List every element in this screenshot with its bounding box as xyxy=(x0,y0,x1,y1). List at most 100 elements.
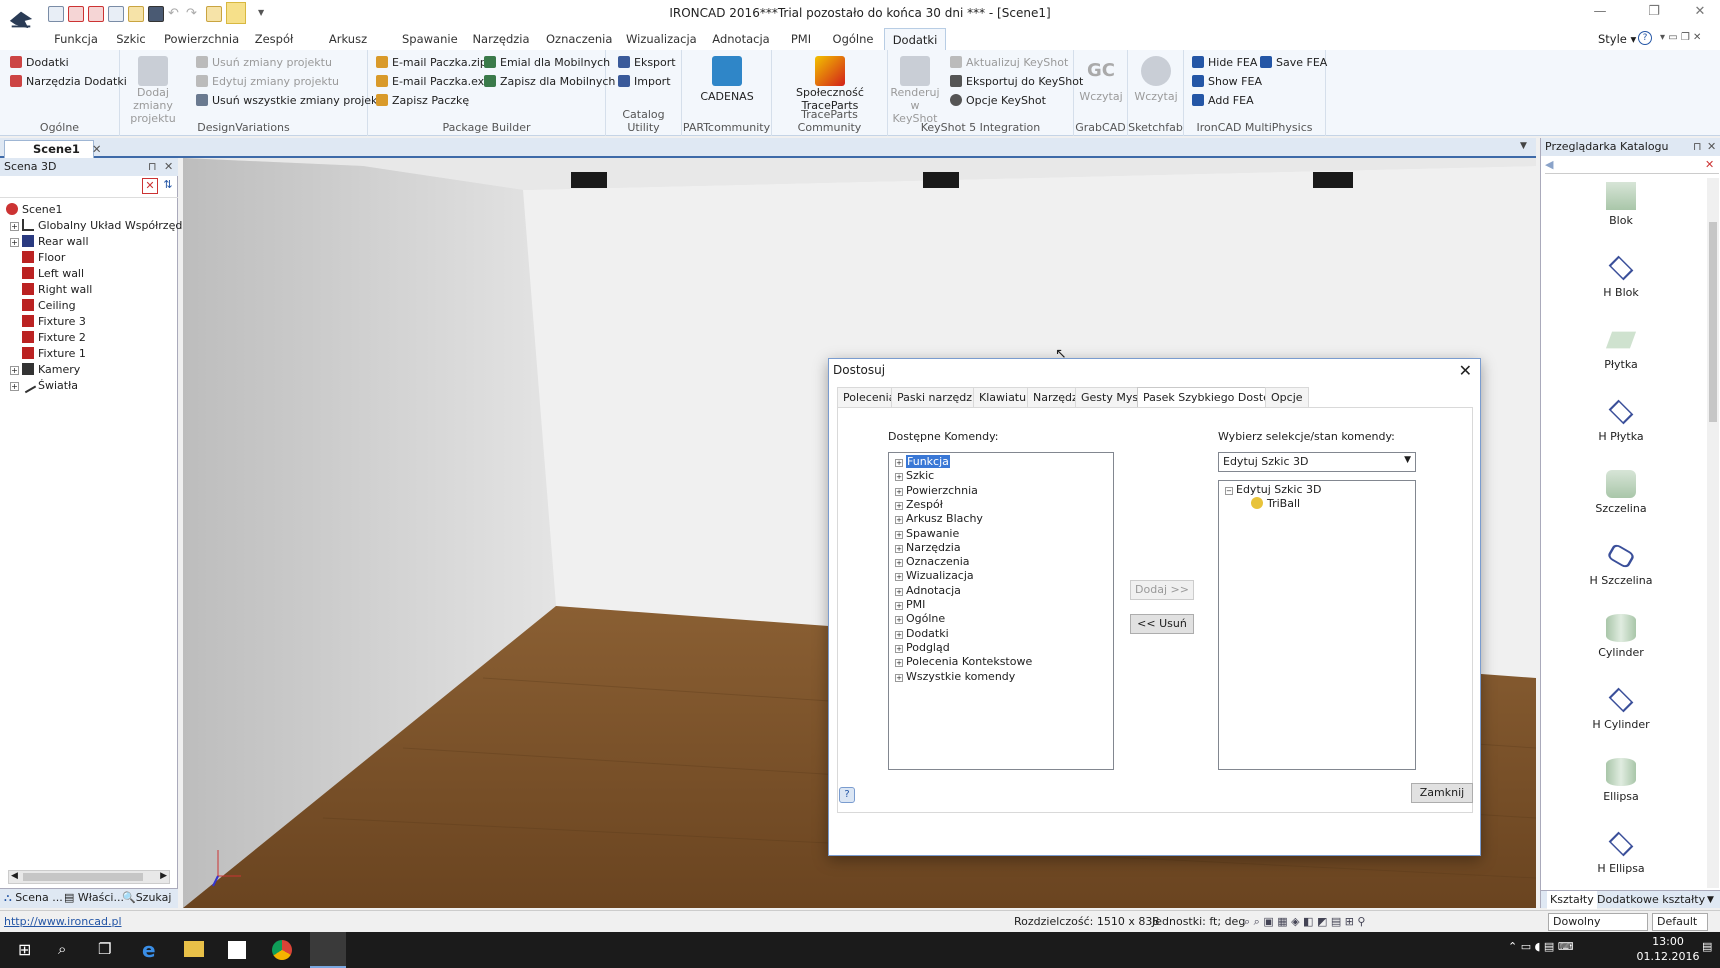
tab-dodatki[interactable]: Dodatki xyxy=(884,28,946,50)
command-item[interactable]: + Funkcja xyxy=(895,455,950,469)
tab-pmi[interactable]: PMI xyxy=(784,28,818,50)
clear-filter-icon[interactable]: ✕ xyxy=(142,178,158,194)
collapse-icon[interactable]: − xyxy=(1225,487,1233,495)
catalog-item-plytka[interactable]: Płytka xyxy=(1541,326,1701,371)
catalog-item-h-plytka[interactable]: H Płytka xyxy=(1541,398,1701,443)
close-panel-icon[interactable]: ✕ xyxy=(164,158,173,176)
expand-icon[interactable]: + xyxy=(10,238,19,247)
fixture-3[interactable] xyxy=(571,172,607,188)
command-item[interactable]: + Zespół xyxy=(895,498,943,512)
help-icon[interactable]: ? xyxy=(1638,31,1652,45)
expand-icon[interactable]: + xyxy=(10,382,19,391)
command-item[interactable]: + Dodatki xyxy=(895,627,949,641)
notifications-icon[interactable]: ▤ xyxy=(1702,940,1712,953)
command-item[interactable]: + PMI xyxy=(895,598,925,612)
eksport-button[interactable]: Eksport xyxy=(618,56,676,69)
expand-icon[interactable]: + xyxy=(895,559,903,568)
back-arrow-icon[interactable]: ◀ xyxy=(1545,158,1553,171)
scroll-thumb[interactable] xyxy=(23,873,143,881)
chevron-down-icon[interactable]: ▼ xyxy=(1404,455,1411,465)
narzedzia-dodatki-button[interactable]: Narzędzia Dodatki xyxy=(10,75,127,88)
usun-wszystkie-button[interactable]: Usuń wszystkie zmiany projektu xyxy=(196,94,389,107)
tab-szkic[interactable]: Szkic xyxy=(112,28,150,50)
command-item[interactable]: + Adnotacja xyxy=(895,584,961,598)
email-mobilnych-button[interactable]: Emial dla Mobilnych xyxy=(484,56,610,69)
tree-item-coordinate-system[interactable]: + Globalny Układ Współrzędny xyxy=(10,218,196,234)
email-exe-button[interactable]: E-mail Paczka.exe xyxy=(376,75,491,88)
command-item[interactable]: + Narzędzia xyxy=(895,541,961,555)
command-item[interactable]: + Szkic xyxy=(895,469,934,483)
command-item[interactable]: + Arkusz Blachy xyxy=(895,512,983,526)
store-icon[interactable] xyxy=(228,941,246,959)
remove-button[interactable]: << Usuń xyxy=(1130,614,1194,634)
close-tab-icon[interactable]: ✕ xyxy=(92,142,102,156)
catalog-tabs-dropdown-icon[interactable]: ▼ xyxy=(1707,891,1714,909)
aktualizuj-keyshot-button[interactable]: Aktualizuj KeyShot xyxy=(950,56,1068,69)
dodaj-zmiany-button[interactable]: Dodaj zmiany projektu xyxy=(124,56,182,125)
expand-icon[interactable]: + xyxy=(895,659,903,668)
renderuj-keyshot-button[interactable]: Renderuj w KeyShot xyxy=(890,56,940,125)
usun-zmiany-button[interactable]: Usuń zmiany projektu xyxy=(196,56,332,69)
add-fea-button[interactable]: Add FEA xyxy=(1192,94,1254,107)
opcje-keyshot-button[interactable]: Opcje KeyShot xyxy=(950,94,1046,107)
fixture-2[interactable] xyxy=(923,172,959,188)
scroll-thumb[interactable] xyxy=(1709,222,1717,422)
tray-icons[interactable]: ⌃ ▭ ◖ ▤ ⌨ xyxy=(1508,940,1574,953)
horizontal-scrollbar[interactable]: ◀ ▶ xyxy=(8,870,170,884)
tree-item-left-wall[interactable]: Left wall xyxy=(22,266,84,282)
expand-icon[interactable]: + xyxy=(10,366,19,375)
email-zip-button[interactable]: E-mail Paczka.zip xyxy=(376,56,487,69)
catalog-item-h-blok[interactable]: H Blok xyxy=(1541,254,1701,299)
catalog-item-h-ellipsa[interactable]: H Ellipsa xyxy=(1541,830,1701,875)
tree-item-kamery[interactable]: + Kamery xyxy=(10,362,80,378)
catalog-item-blok[interactable]: Blok xyxy=(1541,182,1701,227)
close-window-icon[interactable]: ✕ xyxy=(1690,4,1710,22)
expand-icon[interactable]: + xyxy=(895,630,903,639)
catalog-item-ellipsa[interactable]: Ellipsa xyxy=(1541,758,1701,803)
eksportuj-keyshot-button[interactable]: Eksportuj do KeyShot xyxy=(950,75,1083,88)
ironcad-taskbar-icon[interactable] xyxy=(310,932,346,968)
tab-powierzchnia[interactable]: Powierzchnia xyxy=(164,28,239,50)
hide-fea-button[interactable]: Hide FEA xyxy=(1192,56,1257,69)
qa-tree-root[interactable]: − Edytuj Szkic 3D xyxy=(1225,483,1321,497)
pin-icon[interactable]: ⊓ xyxy=(148,158,157,176)
edge-browser-icon[interactable]: e xyxy=(142,938,156,962)
close-panel-icon[interactable]: ✕ xyxy=(1707,138,1716,156)
pin-icon[interactable]: ⊓ xyxy=(1693,138,1702,156)
style-menu[interactable]: Style ▾ xyxy=(1598,32,1636,46)
close-catalog-icon[interactable]: ✕ xyxy=(1705,158,1714,171)
tab-wlasciwosci[interactable]: ▤ Właści... xyxy=(64,889,124,907)
tab-funkcja[interactable]: Funkcja xyxy=(50,28,102,50)
command-item[interactable]: + Ogólne xyxy=(895,612,945,626)
chrome-icon[interactable] xyxy=(272,940,292,960)
command-item[interactable]: + Spawanie xyxy=(895,527,959,541)
selection-mode-select[interactable]: Dowolny xyxy=(1548,913,1648,931)
tab-ogolne[interactable]: Ogólne xyxy=(830,28,876,50)
tree-item-rear-wall[interactable]: + Rear wall xyxy=(10,234,89,250)
profile-select[interactable]: Default xyxy=(1652,913,1708,931)
ribbon-window-controls-icon[interactable]: ▾ ▭ ❐ ✕ xyxy=(1660,32,1701,43)
zapisz-paczke-button[interactable]: Zapisz Paczkę xyxy=(376,94,469,107)
tree-item-ceiling[interactable]: Ceiling xyxy=(22,298,76,314)
windows-start-icon[interactable]: ⊞ xyxy=(18,940,31,959)
show-fea-button[interactable]: Show FEA xyxy=(1192,75,1262,88)
tab-wizualizacja[interactable]: Wizualizacja xyxy=(626,28,697,50)
tab-arkusz-blachy[interactable]: Arkusz Blachy xyxy=(310,28,386,68)
command-item[interactable]: + Polecenia Kontekstowe xyxy=(895,655,1032,669)
quick-access-tree[interactable]: − Edytuj Szkic 3D TriBall xyxy=(1218,480,1416,770)
website-link[interactable]: http://www.ironcad.pl xyxy=(4,911,122,933)
tab-zespol[interactable]: Zespół xyxy=(254,28,294,50)
add-button[interactable]: Dodaj >> xyxy=(1130,580,1194,600)
expand-icon[interactable]: + xyxy=(895,616,903,625)
tab-ksztalty[interactable]: Kształty xyxy=(1547,891,1597,909)
scroll-right-icon[interactable]: ▶ xyxy=(160,871,167,881)
expand-icon[interactable]: + xyxy=(895,602,903,610)
command-item[interactable]: + Wszystkie komendy xyxy=(895,670,1015,684)
command-item[interactable]: + Wizualizacja xyxy=(895,569,974,583)
import-button[interactable]: Import xyxy=(618,75,671,88)
maximize-icon[interactable]: ❐ xyxy=(1644,4,1664,22)
zapisz-mobilnych-button[interactable]: Zapisz dla Mobilnych xyxy=(484,75,615,88)
state-select[interactable]: Edytuj Szkic 3D ▼ xyxy=(1218,452,1416,472)
sort-icon[interactable]: ⇅ xyxy=(160,178,176,194)
expand-icon[interactable]: + xyxy=(895,487,903,496)
